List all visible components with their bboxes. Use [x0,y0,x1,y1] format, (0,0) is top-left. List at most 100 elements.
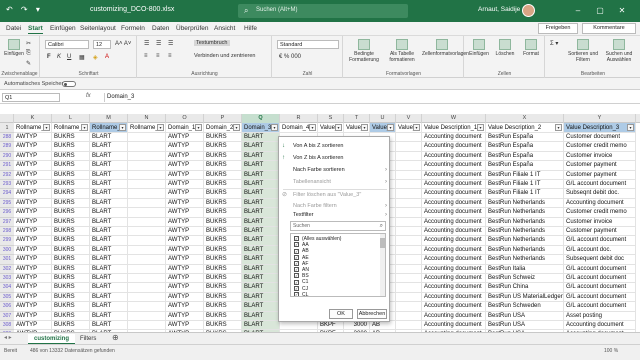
table-cell[interactable]: BUKRS [52,302,90,312]
table-cell[interactable]: Accounting document [422,283,486,293]
table-cell[interactable] [128,170,166,180]
table-cell[interactable]: AWTYP [166,170,204,180]
table-cell[interactable]: BUKRS [204,283,242,293]
sheet-tab-filters[interactable]: Filters [74,334,102,344]
table-cell[interactable]: BUKRS [204,274,242,284]
table-cell[interactable]: Customer payment [564,161,636,171]
table-cell[interactable]: AWTYP [166,321,204,331]
table-cell[interactable]: BLART [242,321,280,331]
row-number[interactable]: 306 [0,302,14,312]
copy-icon[interactable]: ⎘ [26,50,31,57]
table-cell[interactable]: BestRun España [486,142,564,152]
row-number[interactable]: 290 [0,151,14,162]
minimize-icon[interactable]: – [570,3,586,19]
table-cell[interactable]: BUKRS [204,245,242,256]
table-cell[interactable]: BLART [242,274,280,284]
header-cell[interactable]: Value_4 ▾ [396,123,422,133]
conditional-format-button[interactable]: Bedingte Formatierung [346,39,382,63]
table-cell[interactable]: AWTYP [166,255,204,265]
header-cell[interactable]: Value Description_3 ▾ [564,123,636,133]
table-cell[interactable]: Asset posting [564,311,636,321]
table-cell[interactable] [396,255,422,265]
column-header-l[interactable]: L [52,114,90,123]
table-cell[interactable]: BUKRS [204,151,242,162]
table-cell[interactable]: BLART [242,227,280,237]
table-cell[interactable]: BestRun USA [486,311,564,321]
underline-icon[interactable]: U [67,54,71,60]
table-cell[interactable]: BUKRS [204,133,242,143]
filter-dropdown-icon[interactable]: ▾ [195,124,202,131]
table-cell[interactable]: AWTYP [14,198,52,209]
table-cell[interactable]: 3000 [344,321,370,331]
table-cell[interactable] [280,321,318,331]
table-cell[interactable]: BestRun Filiale 1 IT [486,170,564,180]
table-cell[interactable] [396,161,422,171]
tab-formulas[interactable]: Formeln [121,25,145,32]
filter-dropdown-icon[interactable]: ▾ [477,124,484,131]
row-number[interactable]: 289 [0,142,14,152]
table-cell[interactable]: BestRun Netherlands [486,227,564,237]
paste-button[interactable]: Einfügen [4,39,24,57]
table-cell[interactable]: Accounting document [422,245,486,256]
table-cell[interactable] [396,133,422,143]
header-cell[interactable]: Domain_4 ▾ [280,123,318,133]
table-cell[interactable]: AWTYP [166,161,204,171]
font-color-icon[interactable]: A [105,54,109,60]
table-cell[interactable]: BUKRS [52,217,90,227]
column-header-u[interactable]: U [370,114,396,123]
table-cell[interactable]: Accounting document [422,142,486,152]
table-cell[interactable]: AWTYP [14,274,52,284]
table-cell[interactable]: BUKRS [52,208,90,218]
table-cell[interactable]: BUKRS [204,208,242,218]
table-cell[interactable] [128,208,166,218]
table-cell[interactable]: BestRun Filiale 1 IT [486,189,564,199]
filter-dropdown-icon[interactable]: ▾ [387,124,394,131]
row-number[interactable]: 307 [0,311,14,321]
table-cell[interactable]: BLART [242,283,280,293]
table-cell[interactable]: AWTYP [166,189,204,199]
table-cell[interactable]: G/L account document [564,236,636,246]
header-cell[interactable]: Domain_3 ▾ [242,123,280,133]
filter-value-list[interactable]: ✓ (Alles auswählen) ✓ AA ✓ AB ✓ AE ✓ AF ✓ AN ✓ BS ✓ C1 ✓… [290,233,386,297]
table-cell[interactable]: BUKRS [204,217,242,227]
table-cell[interactable]: AWTYP [166,302,204,312]
table-cell[interactable] [128,274,166,284]
table-cell[interactable]: G/L account document [564,264,636,274]
tab-help[interactable]: Hilfe [244,25,257,32]
format-painter-icon[interactable]: ✎ [26,60,31,67]
table-cell[interactable]: BUKRS [52,170,90,180]
table-cell[interactable]: AWTYP [166,151,204,162]
table-cell[interactable]: Customer payment [564,227,636,237]
table-cell[interactable] [128,151,166,162]
column-header-x[interactable]: X [486,114,564,123]
table-cell[interactable]: BestRun USA [486,321,564,331]
table-cell[interactable]: AWTYP [14,283,52,293]
table-cell[interactable]: BLART [90,151,128,162]
row-number[interactable]: 308 [0,321,14,331]
table-cell[interactable]: AWTYP [14,180,52,190]
table-cell[interactable]: Accounting document [422,133,486,143]
filter-dropdown-icon[interactable]: ▾ [309,124,316,131]
table-cell[interactable]: AWTYP [14,227,52,237]
column-header-y[interactable]: Y [564,114,636,123]
close-icon[interactable]: ✕ [614,3,630,19]
text-filters-item[interactable]: Textfilter › [279,210,391,221]
table-cell[interactable]: AWTYP [166,311,204,321]
table-cell[interactable] [396,283,422,293]
table-cell[interactable]: BestRun Netherlands [486,217,564,227]
wrap-text-button[interactable]: Textumbruch [194,40,230,46]
table-cell[interactable] [128,255,166,265]
table-cell[interactable] [396,311,422,321]
column-header-r[interactable]: R [280,114,318,123]
table-cell[interactable]: BUKRS [52,321,90,331]
table-cell[interactable]: AWTYP [166,292,204,303]
table-cell[interactable]: BUKRS [52,292,90,303]
table-cell[interactable]: AWTYP [14,255,52,265]
table-cell[interactable]: BLART [90,161,128,171]
table-cell[interactable]: Accounting document [422,151,486,162]
align-bottom-icon[interactable]: ☰ [168,40,173,47]
table-cell[interactable]: AWTYP [14,236,52,246]
table-cell[interactable]: AWTYP [166,227,204,237]
table-cell[interactable] [128,198,166,209]
table-cell[interactable]: BUKRS [52,264,90,274]
